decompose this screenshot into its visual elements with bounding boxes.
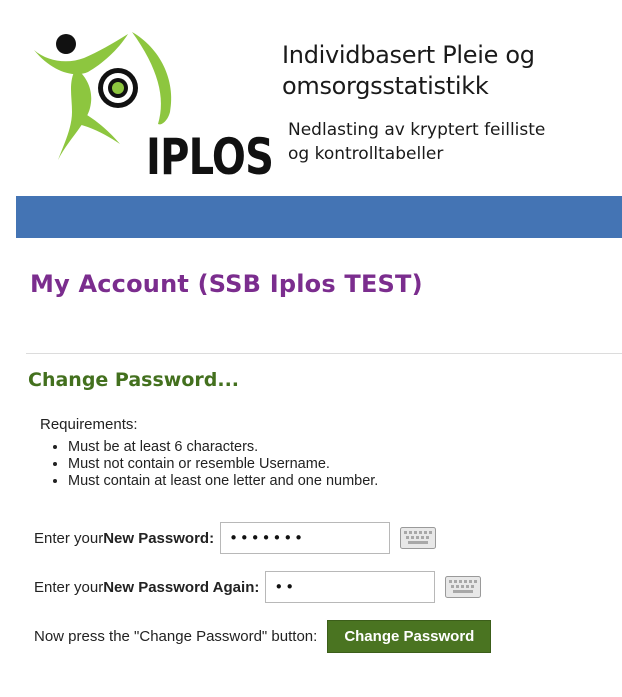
keyboard-icon[interactable] (445, 576, 482, 598)
requirement-item: Must be at least 6 characters. (68, 439, 378, 456)
change-password-button[interactable]: Change Password (327, 620, 492, 653)
app-title-line2: omsorgsstatistikk (282, 72, 489, 100)
new-password-row: Enter your New Password: (34, 522, 437, 554)
new-password-again-input[interactable] (265, 571, 436, 603)
page: IPLOS Individbasert Pleie og omsorgsstat… (0, 0, 622, 697)
header-bar (16, 196, 622, 238)
requirements-list: Must be at least 6 characters. Must not … (40, 439, 378, 490)
requirement-item: Must not contain or resemble Username. (68, 456, 378, 473)
app-subtitle-line2: og kontrolltabeller (288, 144, 444, 164)
new-password-prefix: Enter your (34, 529, 104, 547)
page-title: My Account (SSB Iplos TEST) (30, 270, 423, 298)
section-title: Change Password... (28, 369, 240, 391)
submit-row: Now press the "Change Password" button: … (34, 620, 492, 653)
app-title-line1: Individbasert Pleie og (282, 41, 535, 69)
requirements: Requirements: Must be at least 6 charact… (40, 416, 378, 490)
new-password-input[interactable] (220, 522, 391, 554)
new-password-again-row: Enter your New Password Again: (34, 571, 482, 603)
logo-text: IPLOS (146, 128, 274, 186)
new-password-again-label: New Password Again: (103, 578, 260, 596)
requirements-label: Requirements: (40, 416, 138, 433)
app-subtitle: Nedlasting av kryptert feilliste og kont… (288, 118, 618, 166)
header: IPLOS Individbasert Pleie og omsorgsstat… (0, 0, 622, 195)
iplos-logo: IPLOS (28, 28, 274, 182)
app-title: Individbasert Pleie og omsorgsstatistikk (282, 40, 612, 102)
new-password-label: New Password: (103, 529, 215, 547)
divider (26, 353, 622, 354)
keyboard-icon[interactable] (400, 527, 437, 549)
requirement-item: Must contain at least one letter and one… (68, 473, 378, 490)
new-password-again-prefix: Enter your (34, 578, 104, 596)
submit-prompt: Now press the "Change Password" button: (34, 628, 318, 645)
app-subtitle-line1: Nedlasting av kryptert feilliste (288, 120, 546, 140)
